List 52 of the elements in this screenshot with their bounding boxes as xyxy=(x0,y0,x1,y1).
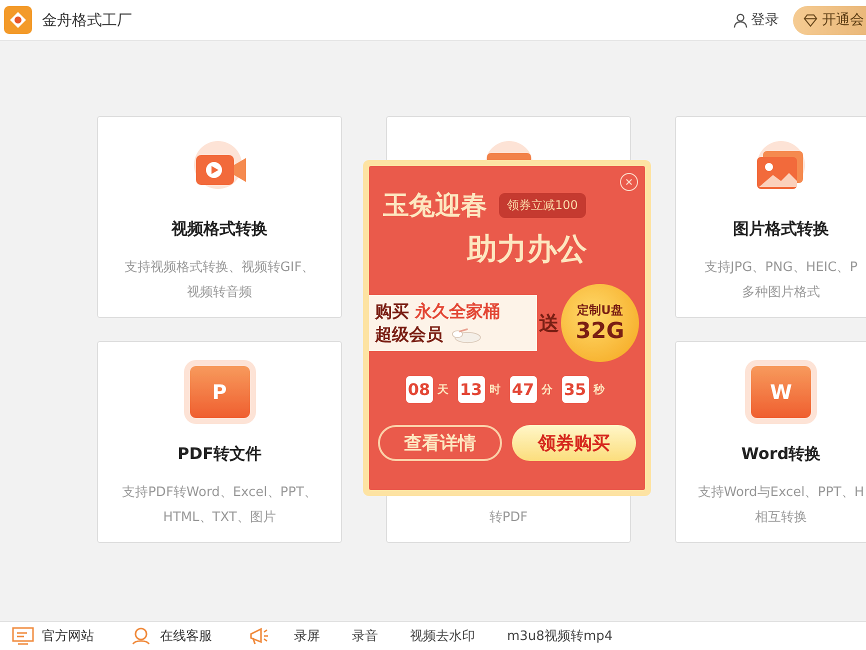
tool-description: 转PDF xyxy=(489,509,528,527)
tool-description: 支持视频格式转换、视频转GIF、 xyxy=(124,259,315,277)
footer-link[interactable]: 视频去水印 xyxy=(410,627,475,645)
countdown-unit: 时 xyxy=(490,382,500,397)
tool-title: 视频格式转换 xyxy=(172,219,268,240)
coupon-tag: 领券立减100 xyxy=(499,193,586,218)
document-icon: P xyxy=(190,366,250,418)
offer-text: 超级会员 xyxy=(375,324,443,346)
footer-link[interactable]: 录屏 xyxy=(248,627,320,645)
countdown-number: 35 xyxy=(562,376,588,403)
footer-link[interactable]: 录音 xyxy=(352,627,378,645)
close-button[interactable] xyxy=(620,173,638,191)
countdown-unit: 天 xyxy=(438,382,448,397)
gift-label: 定制U盘 xyxy=(577,302,623,319)
vip-button[interactable]: 开通会 xyxy=(793,6,866,34)
megaphone-icon xyxy=(248,627,270,645)
tool-card[interactable]: 图片格式转换 支持JPG、PNG、HEIC、P 多种图片格式 xyxy=(675,116,866,318)
countdown-number: 08 xyxy=(406,376,432,403)
tool-description: 相互转换 xyxy=(755,509,807,527)
buy-button[interactable]: 领券购买 xyxy=(512,425,636,461)
gift-text: 送 xyxy=(539,310,559,336)
tool-description: 视频转音频 xyxy=(186,284,252,302)
offer-text: 购买 永久全家桶 xyxy=(375,301,501,323)
countdown-number: 13 xyxy=(458,376,484,403)
tool-description: 支持PDF转Word、Excel、PPT、 xyxy=(122,484,317,502)
promo-headline: 助力办公 xyxy=(467,231,587,269)
footer-link[interactable]: 在线客服 xyxy=(130,627,212,645)
countdown-unit: 秒 xyxy=(594,382,604,397)
monitor-icon xyxy=(12,627,34,645)
tool-description: HTML、TXT、图片 xyxy=(163,509,276,527)
document-icon: W xyxy=(751,366,811,418)
footer-link[interactable]: m3u8视频转mp4 xyxy=(507,627,613,645)
login-button[interactable]: 登录 xyxy=(733,11,779,29)
countdown-number: 47 xyxy=(510,376,536,403)
tool-card[interactable]: P PDF转文件 支持PDF转Word、Excel、PPT、 HTML、TXT、图片 xyxy=(97,341,342,543)
promo-headline: 玉兔迎春 xyxy=(383,190,487,223)
gift-capacity: 32G xyxy=(576,319,624,344)
tool-card[interactable]: 视频格式转换 支持视频格式转换、视频转GIF、 视频转音频 xyxy=(97,116,342,318)
tool-title: Word转换 xyxy=(741,444,821,465)
tool-title: 图片格式转换 xyxy=(733,219,829,240)
tool-description: 支持JPG、PNG、HEIC、P xyxy=(704,259,858,277)
tool-description: 多种图片格式 xyxy=(742,284,820,302)
user-icon xyxy=(733,12,748,28)
tool-card[interactable]: W Word转换 支持Word与Excel、PPT、H 相互转换 xyxy=(675,341,866,543)
countdown-unit: 分 xyxy=(542,382,552,397)
diamond-icon xyxy=(803,12,818,28)
footer-link[interactable]: 官方网站 xyxy=(12,627,94,645)
tool-description: 支持Word与Excel、PPT、H xyxy=(698,484,864,502)
tool-title: PDF转文件 xyxy=(178,444,262,465)
app-title: 金舟格式工厂 xyxy=(42,10,132,30)
rabbit-drawing xyxy=(449,326,483,344)
app-logo-icon xyxy=(4,6,32,34)
